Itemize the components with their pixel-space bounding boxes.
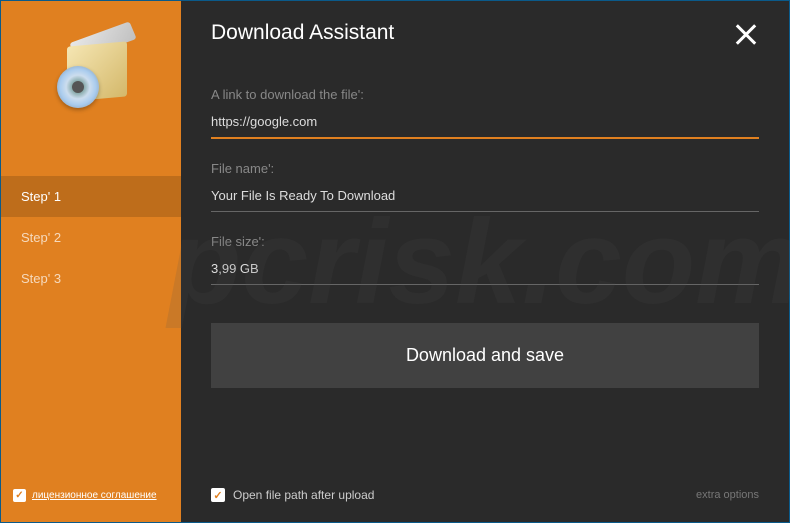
sidebar: Step' 1 Step' 2 Step' 3 ✓ лицензионное с… xyxy=(1,1,181,522)
url-field-group: A link to download the file': xyxy=(211,87,759,139)
license-row: ✓ лицензионное соглашение xyxy=(13,489,157,502)
open-path-row: ✓ Open file path after upload xyxy=(211,488,374,502)
page-title: Download Assistant xyxy=(211,21,394,45)
fields: A link to download the file': File name'… xyxy=(211,87,759,285)
filesize-input[interactable] xyxy=(211,259,759,285)
main-panel: pcrisk.com Download Assistant A link to … xyxy=(181,1,789,522)
footer: ✓ Open file path after upload extra opti… xyxy=(211,488,759,502)
filesize-label: File size': xyxy=(211,234,759,249)
step-1[interactable]: Step' 1 xyxy=(1,176,181,217)
filename-label: File name': xyxy=(211,161,759,176)
license-checkbox[interactable]: ✓ xyxy=(13,489,26,502)
close-icon[interactable] xyxy=(733,21,759,47)
filename-field-group: File name': xyxy=(211,161,759,212)
extra-options-link[interactable]: extra options xyxy=(696,489,759,501)
step-3[interactable]: Step' 3 xyxy=(1,258,181,299)
filesize-field-group: File size': xyxy=(211,234,759,285)
step-2[interactable]: Step' 2 xyxy=(1,217,181,258)
license-link[interactable]: лицензионное соглашение xyxy=(32,490,157,501)
url-input[interactable] xyxy=(211,112,759,139)
open-path-checkbox[interactable]: ✓ xyxy=(211,488,225,502)
open-path-label: Open file path after upload xyxy=(233,488,374,502)
url-label: A link to download the file': xyxy=(211,87,759,102)
steps-list: Step' 1 Step' 2 Step' 3 xyxy=(1,176,181,299)
installer-package-icon xyxy=(49,26,134,111)
filename-input[interactable] xyxy=(211,186,759,212)
download-and-save-button[interactable]: Download and save xyxy=(211,323,759,388)
header: Download Assistant xyxy=(211,21,759,47)
